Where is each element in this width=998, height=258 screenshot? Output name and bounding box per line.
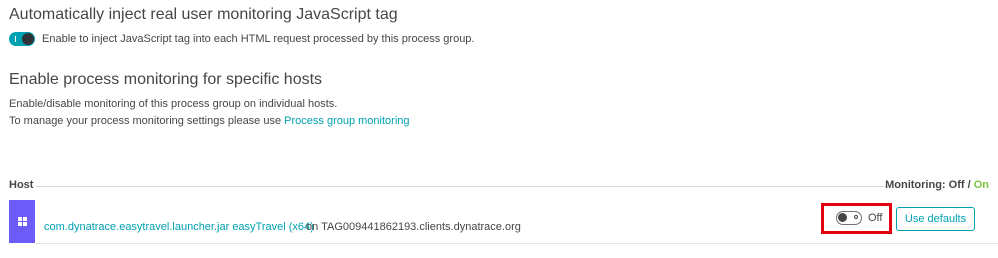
host-monitoring-settings-text: To manage your process monitoring settin… <box>9 115 410 127</box>
windows-icon <box>17 217 27 226</box>
host-monitoring-toggle-label: Off <box>868 212 883 224</box>
process-link[interactable]: com.dynatrace.easytravel.launcher.jar ea… <box>44 221 314 233</box>
use-defaults-button[interactable]: Use defaults <box>896 207 975 231</box>
rum-section-title: Automatically inject real user monitorin… <box>9 6 398 23</box>
rum-injection-label: Enable to inject JavaScript tag into eac… <box>42 33 475 45</box>
monitoring-off-label: Off <box>948 179 965 191</box>
host-monitoring-toggle-group[interactable]: Off <box>836 211 882 225</box>
host-column-header: Host <box>9 179 34 191</box>
toggle-off-indicator <box>854 215 858 219</box>
host-monitoring-toggle[interactable] <box>836 211 862 225</box>
settings-text-prefix: To manage your process monitoring settin… <box>9 115 285 127</box>
monitoring-on-label: On <box>973 179 989 191</box>
monitoring-column-header: Monitoring: Off / On <box>885 179 989 191</box>
toggle-knob <box>838 213 847 222</box>
monitoring-header-label: Monitoring: <box>885 179 949 191</box>
windows-host-icon <box>9 200 35 243</box>
monitoring-separator: / <box>964 179 974 191</box>
toggle-knob <box>22 33 34 45</box>
toggle-on-indicator <box>15 36 16 42</box>
process-group-monitoring-link[interactable]: Process group monitoring <box>284 115 409 127</box>
row-divider <box>36 243 998 244</box>
header-divider <box>36 186 886 187</box>
host-monitoring-description: Enable/disable monitoring of this proces… <box>9 98 338 110</box>
rum-injection-toggle[interactable] <box>9 32 35 46</box>
host-name-text: on TAG009441862193.clients.dynatrace.org <box>306 221 521 233</box>
host-monitoring-section-title: Enable process monitoring for specific h… <box>9 71 323 88</box>
